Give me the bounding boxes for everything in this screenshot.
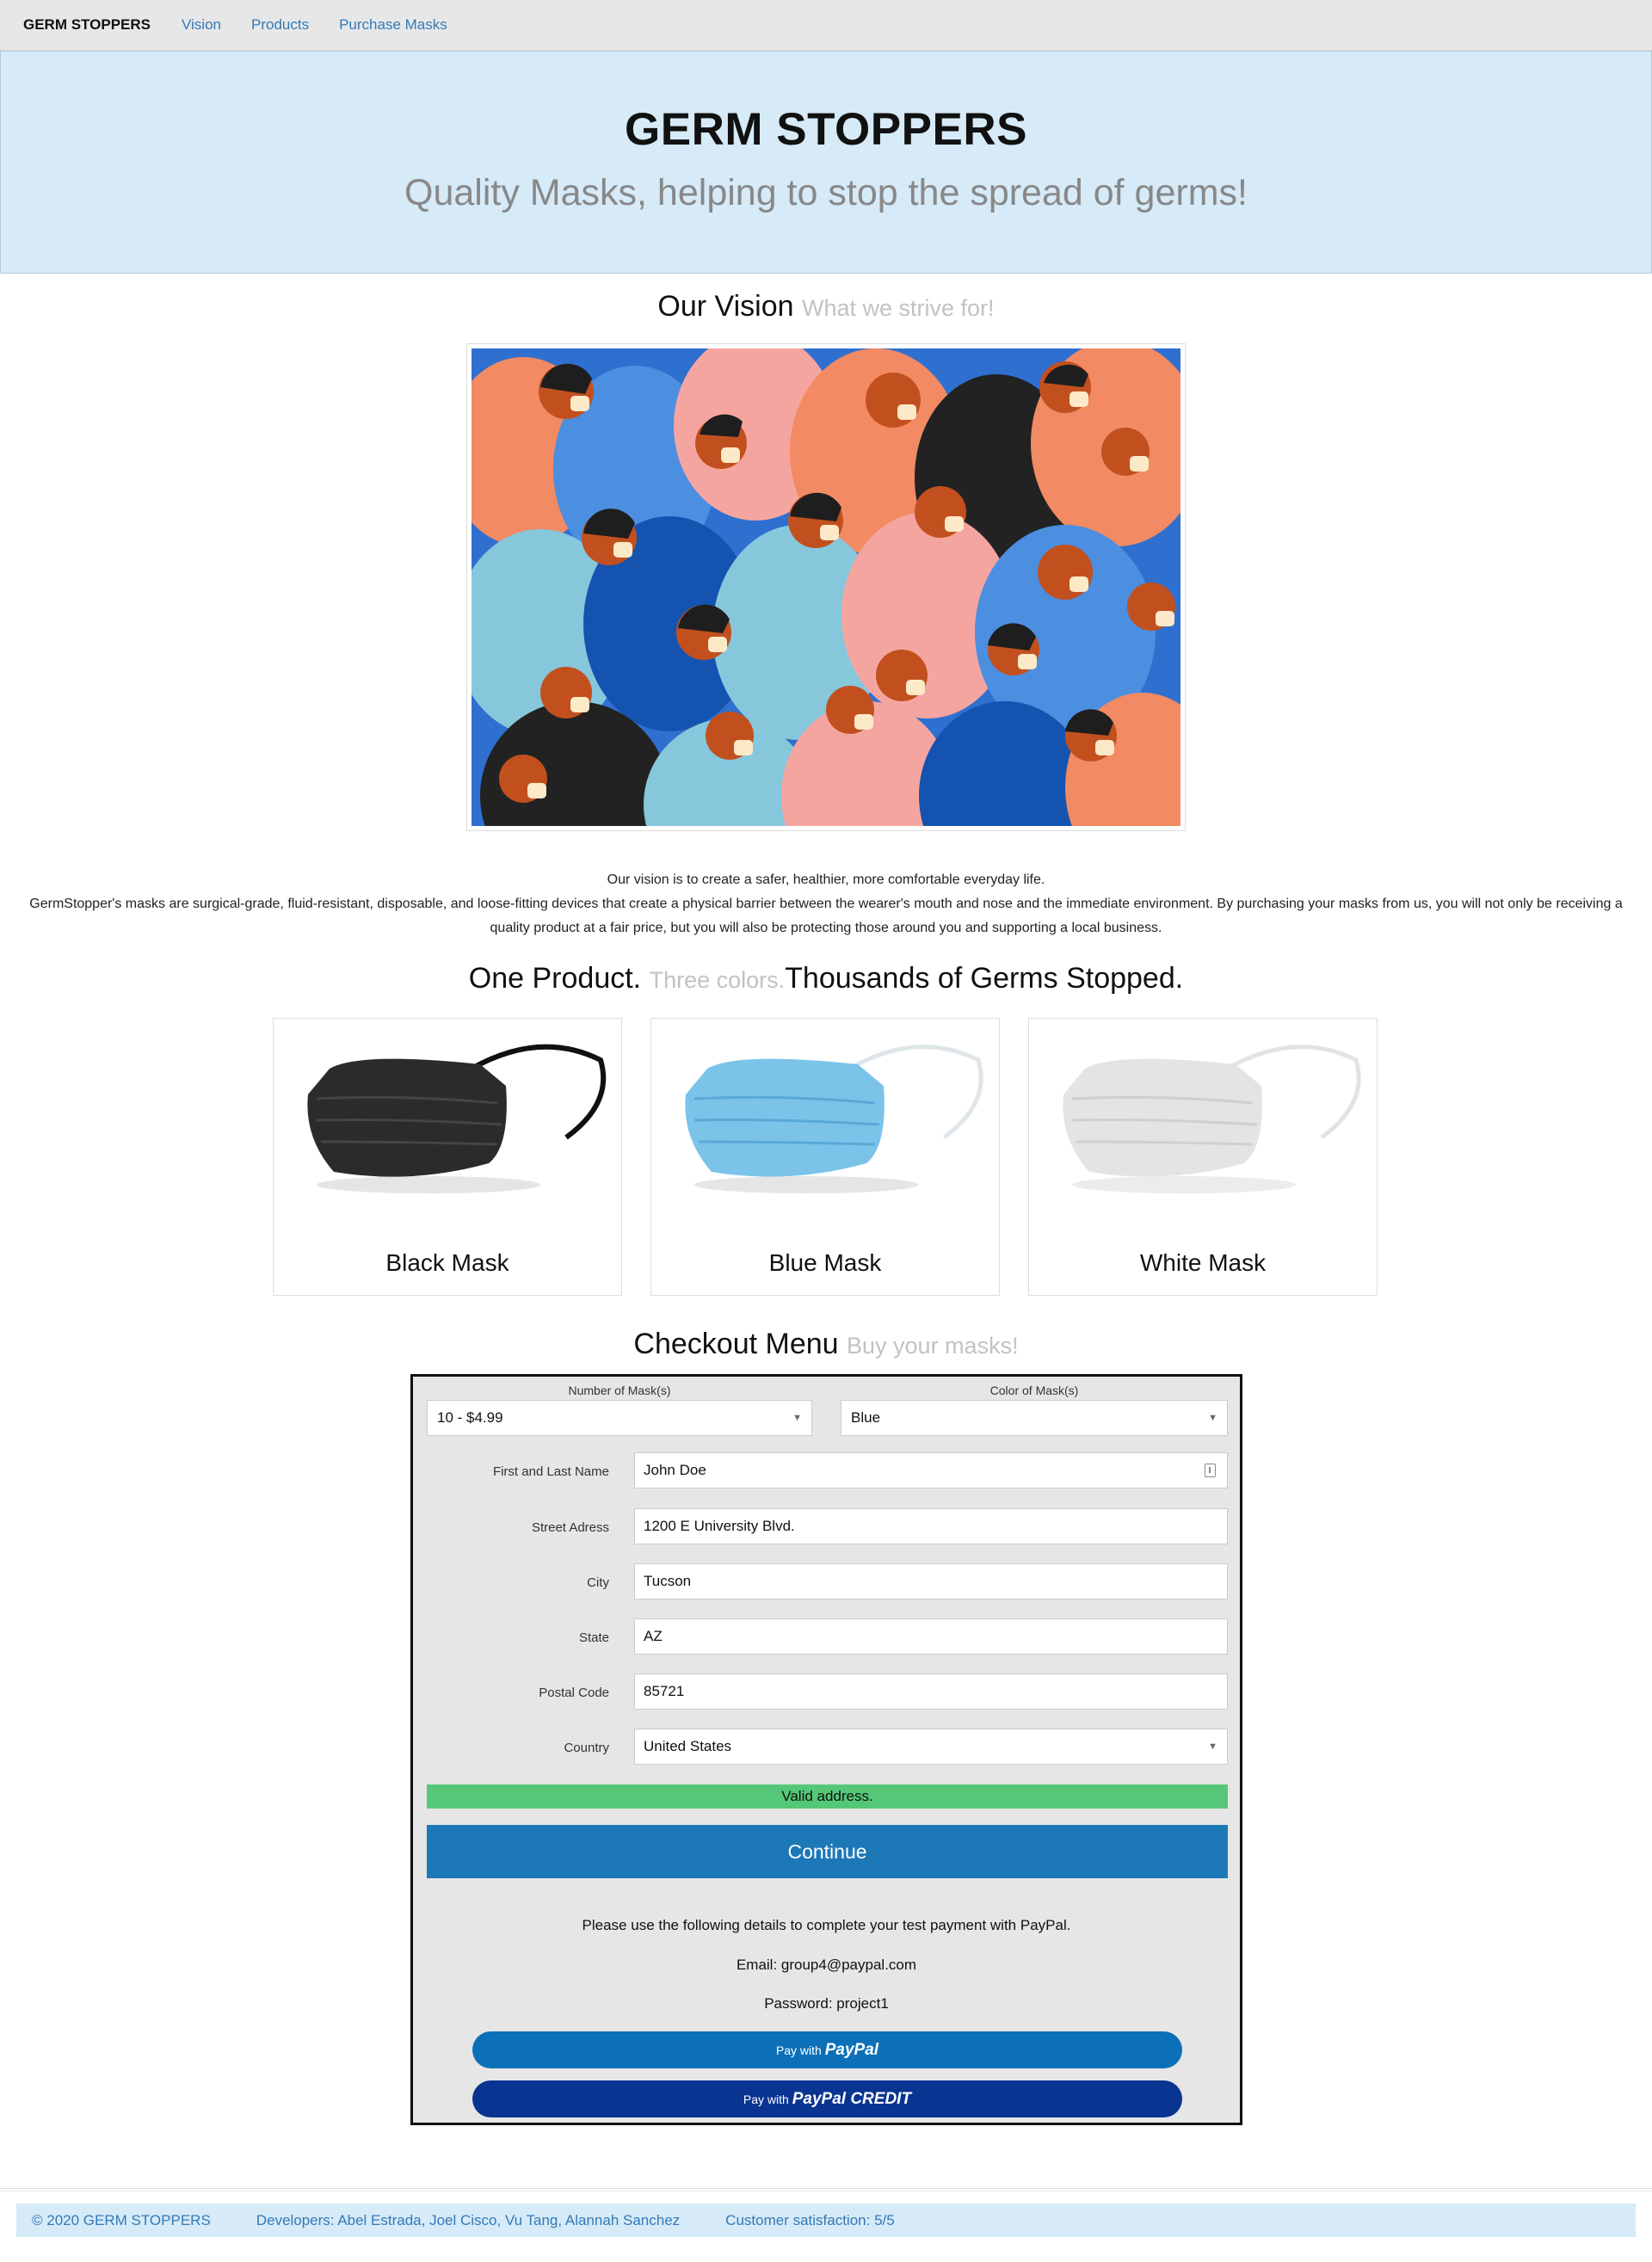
street-label: Street Adress xyxy=(531,1520,609,1535)
paypal-logo: PayPal xyxy=(824,2041,879,2059)
nav-link-vision[interactable]: Vision xyxy=(182,16,221,34)
quantity-label: Number of Mask(s) xyxy=(568,1384,671,1397)
contact-card-icon[interactable] xyxy=(1205,1464,1216,1477)
chevron-down-icon: ▼ xyxy=(792,1413,802,1423)
footer-developers: Developers: Abel Estrada, Joel Cisco, Vu… xyxy=(256,2211,681,2228)
paypal-instructions: Please use the following details to comp… xyxy=(582,1917,1071,1933)
footer-bar: © 2020 GERM STOPPERS Developers: Abel Es… xyxy=(16,2203,1636,2237)
products-heading-muted: Three colors. xyxy=(649,967,786,993)
product-label-black: Black Mask xyxy=(385,1249,509,1276)
paypal-button-prefix: Pay with xyxy=(775,2043,822,2057)
postal-code-label: Postal Code xyxy=(539,1686,609,1700)
state-label: State xyxy=(578,1630,609,1645)
quantity-select[interactable]: 10 - $4.99 ▼ xyxy=(427,1400,812,1436)
paypal-credit-button-prefix: Pay with xyxy=(743,2093,789,2106)
product-label-white: White Mask xyxy=(1139,1249,1267,1276)
white-mask-image xyxy=(1038,1034,1370,1215)
vision-heading-main: Our Vision xyxy=(657,290,794,323)
address-valid-status: Valid address. xyxy=(427,1784,1228,1809)
quantity-select-value: 10 - $4.99 xyxy=(437,1409,503,1426)
state-field-value: AZ xyxy=(644,1628,663,1644)
checkout-heading-muted: Buy your masks! xyxy=(847,1333,1019,1359)
street-field[interactable]: 1200 E University Blvd. xyxy=(634,1508,1228,1544)
color-select[interactable]: Blue ▼ xyxy=(841,1400,1228,1436)
black-mask-image xyxy=(282,1034,614,1215)
paypal-button[interactable]: Pay with PayPal xyxy=(472,2031,1182,2068)
product-card-white[interactable]: White Mask xyxy=(1028,1018,1378,1296)
street-field-value: 1200 E University Blvd. xyxy=(644,1518,795,1534)
continue-button[interactable]: Continue xyxy=(427,1825,1228,1878)
checkout-heading-main: Checkout Menu xyxy=(633,1328,839,1360)
postal-code-field[interactable]: 85721 xyxy=(634,1673,1228,1710)
paypal-credit-logo: PayPal CREDIT xyxy=(792,2090,912,2108)
nav-link-purchase-masks[interactable]: Purchase Masks xyxy=(339,16,447,34)
footer-copyright: © 2020 GERM STOPPERS xyxy=(32,2211,211,2228)
city-field-value: Tucson xyxy=(644,1573,692,1589)
name-field[interactable]: John Doe xyxy=(634,1452,1228,1488)
chevron-down-icon: ▼ xyxy=(1208,1413,1217,1423)
city-field[interactable]: Tucson xyxy=(634,1563,1228,1599)
vision-illustration-frame xyxy=(466,343,1186,831)
state-field[interactable]: AZ xyxy=(634,1618,1228,1655)
color-select-value: Blue xyxy=(851,1409,881,1426)
paypal-test-password: Password: project1 xyxy=(764,1995,889,2012)
vision-description: Our vision is to create a safer, healthi… xyxy=(17,868,1635,940)
vision-text-line1: Our vision is to create a safer, healthi… xyxy=(607,872,1045,887)
footer-satisfaction: Customer satisfaction: 5/5 xyxy=(725,2211,895,2228)
hero-subtitle: Quality Masks, helping to stop the sprea… xyxy=(404,172,1248,213)
product-label-blue: Blue Mask xyxy=(768,1249,882,1276)
top-navbar: GERM STOPPERS Vision Products Purchase M… xyxy=(0,0,1652,51)
checkout-heading: Checkout Menu Buy your masks! xyxy=(0,1328,1652,1361)
hero-title: GERM STOPPERS xyxy=(625,104,1027,155)
chevron-down-icon: ▼ xyxy=(1208,1741,1217,1752)
vision-heading-muted: What we strive for! xyxy=(802,295,995,321)
country-select[interactable]: United States ▼ xyxy=(634,1729,1228,1765)
products-heading: One Product. Three colors.Thousands of G… xyxy=(0,962,1652,995)
vision-text-line2: GermStopper's masks are surgical-grade, … xyxy=(29,897,1623,935)
paypal-credit-button[interactable]: Pay with PayPal CREDIT xyxy=(472,2080,1182,2117)
city-label: City xyxy=(587,1575,609,1590)
name-field-value: John Doe xyxy=(644,1462,706,1478)
masked-crowd-illustration xyxy=(472,348,1180,826)
blue-mask-image xyxy=(660,1034,992,1215)
name-label: First and Last Name xyxy=(492,1464,609,1479)
nav-link-products[interactable]: Products xyxy=(251,16,309,34)
paypal-test-email: Email: group4@paypal.com xyxy=(736,1957,917,1973)
postal-code-field-value: 85721 xyxy=(644,1683,685,1699)
country-label: Country xyxy=(564,1741,609,1755)
color-label: Color of Mask(s) xyxy=(989,1384,1079,1397)
country-select-value: United States xyxy=(644,1738,732,1754)
products-heading-b: Thousands of Germs Stopped. xyxy=(785,962,1184,995)
navbar-brand[interactable]: GERM STOPPERS xyxy=(23,16,151,34)
products-heading-a: One Product. xyxy=(468,962,642,995)
product-card-black[interactable]: Black Mask xyxy=(273,1018,622,1296)
footer-divider xyxy=(0,2188,1652,2189)
hero-banner: GERM STOPPERS Quality Masks, helping to … xyxy=(0,51,1652,274)
checkout-form: Number of Mask(s) Color of Mask(s) 10 - … xyxy=(410,1374,1242,2125)
product-card-blue[interactable]: Blue Mask xyxy=(650,1018,1000,1296)
vision-heading: Our Vision What we strive for! xyxy=(0,290,1652,324)
